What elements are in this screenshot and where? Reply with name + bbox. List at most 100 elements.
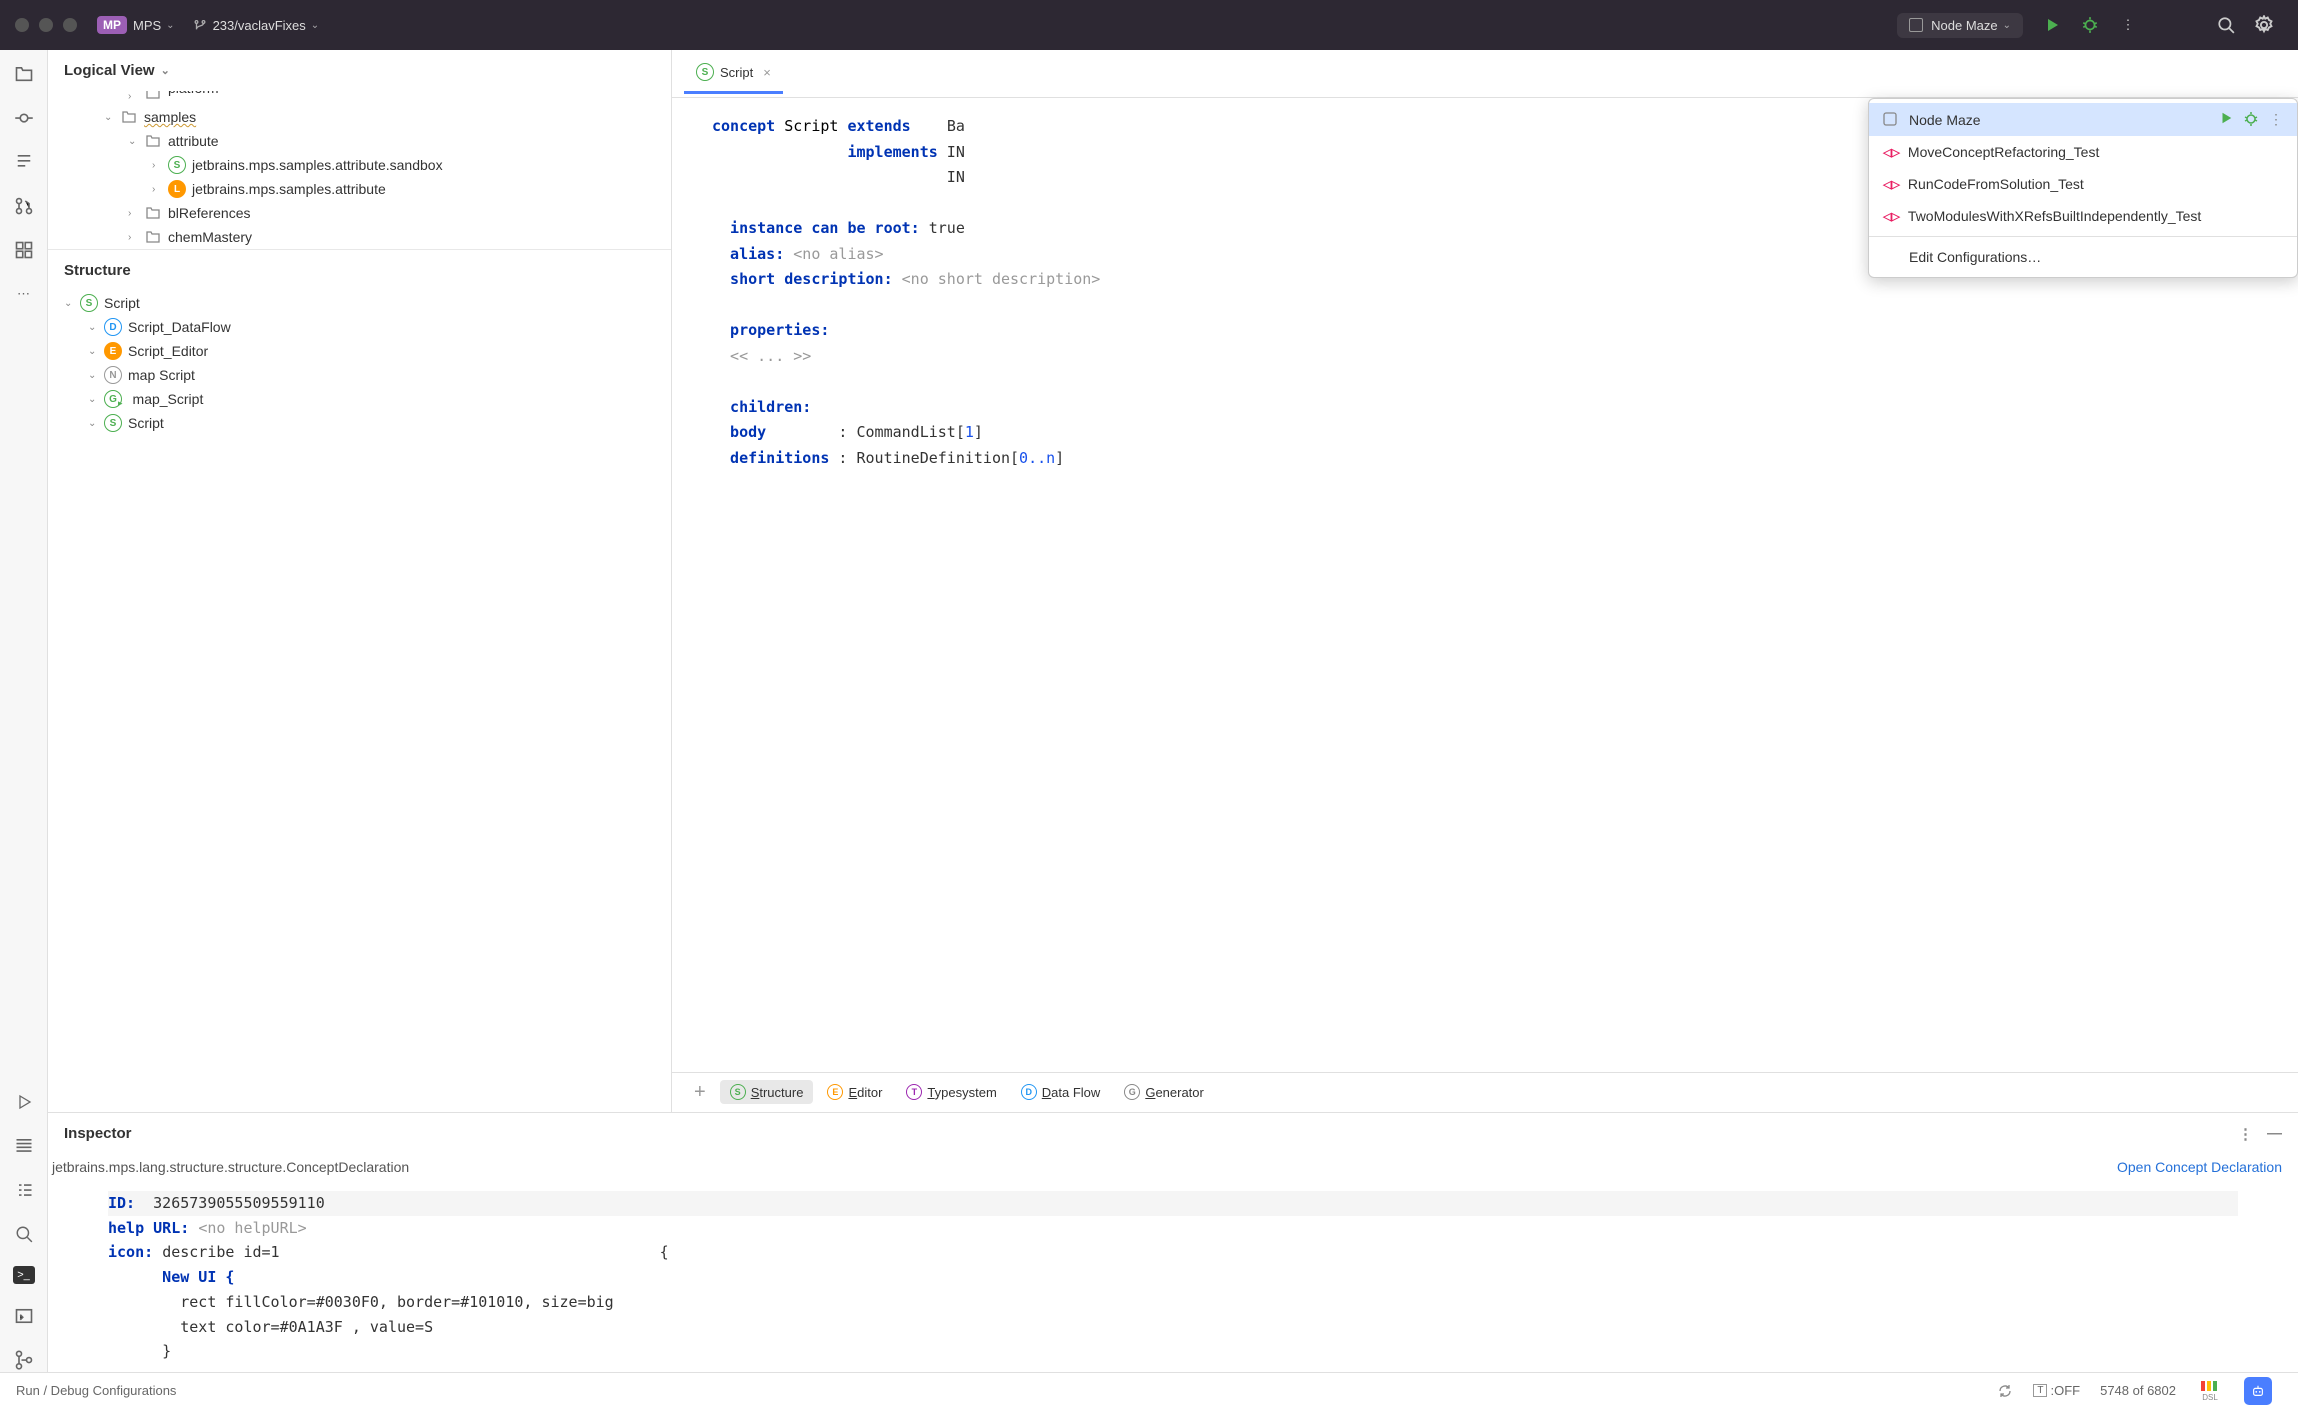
run-config-item[interactable]: ◁▷TwoModulesWithXRefsBuiltIndependently_… xyxy=(1869,200,2297,232)
run-button[interactable] xyxy=(2039,12,2065,38)
edit-configurations-label: Edit Configurations… xyxy=(1909,249,2041,265)
settings-button[interactable] xyxy=(2251,12,2277,38)
tree-toggle[interactable]: › xyxy=(128,232,144,243)
debug-button[interactable] xyxy=(2077,12,2103,38)
tree-item[interactable]: ›platform xyxy=(48,91,671,105)
tree-item[interactable]: ⌄SScript xyxy=(48,411,671,435)
close-tab-icon[interactable]: × xyxy=(763,65,771,80)
project-tool-icon[interactable] xyxy=(12,62,36,86)
inspector-content[interactable]: ID: 3265739055509559110 help URL: <no he… xyxy=(48,1183,2298,1372)
tree-toggle[interactable]: ⌄ xyxy=(88,322,104,333)
lines-tool-icon[interactable] xyxy=(12,1134,36,1158)
branch-name: 233/vaclavFixes xyxy=(213,18,306,33)
search-tool-icon[interactable] xyxy=(12,1222,36,1246)
body-cardinality: 1 xyxy=(965,423,974,441)
tree-toggle[interactable]: › xyxy=(152,160,168,171)
commit-tool-icon[interactable] xyxy=(12,106,36,130)
tree-toggle[interactable]: › xyxy=(152,184,168,195)
add-aspect-button[interactable]: + xyxy=(684,1081,716,1104)
help-label: help URL: xyxy=(108,1219,189,1237)
concept-name: Script xyxy=(784,117,838,135)
implements-keyword: implements xyxy=(847,143,937,161)
tree-toggle[interactable]: ⌄ xyxy=(88,418,104,429)
vcs-tool-icon[interactable] xyxy=(12,1348,36,1372)
tree-toggle[interactable]: ⌄ xyxy=(104,112,120,123)
tree-toggle[interactable]: ⌄ xyxy=(64,298,80,309)
tree-toggle[interactable]: ⌄ xyxy=(88,346,104,357)
todo-tool-icon[interactable] xyxy=(12,1178,36,1202)
aspect-tab-editor[interactable]: EEditor xyxy=(817,1080,892,1104)
console-tool-icon[interactable] xyxy=(12,1304,36,1328)
structure-tool-icon[interactable] xyxy=(12,150,36,174)
folder-icon xyxy=(120,108,138,126)
inspector-panel: Inspector ⋮ — jetbrains.mps.lang.structu… xyxy=(48,1112,2298,1372)
concept-icon: S xyxy=(696,63,714,81)
logical-view-header[interactable]: Logical View ⌄ xyxy=(48,50,671,91)
debug-icon[interactable] xyxy=(2243,111,2259,128)
tree-item[interactable]: ⌄SScript xyxy=(48,291,671,315)
branch-selector[interactable]: 233/vaclavFixes ⌄ xyxy=(193,18,320,33)
run-config-item[interactable]: Node Maze ⋮ xyxy=(1869,103,2297,136)
run-icon[interactable] xyxy=(2219,111,2233,128)
sync-icon[interactable] xyxy=(1997,1383,2013,1399)
structure-tree[interactable]: ⌄SScript⌄DScript_DataFlow⌄EScript_Editor… xyxy=(48,291,671,435)
tree-item[interactable]: ›Ljetbrains.mps.samples.attribute xyxy=(48,177,671,201)
run-config-selector[interactable]: Node Maze ⌄ xyxy=(1897,13,2023,38)
tree-item[interactable]: ⌄DScript_DataFlow xyxy=(48,315,671,339)
id-label: ID: xyxy=(108,1194,135,1212)
tree-item[interactable]: ⌄G▸map_Script xyxy=(48,387,671,411)
toff-indicator[interactable]: T:OFF xyxy=(2033,1383,2080,1398)
rect-line: rect fillColor=#0030F0, border=#101010, … xyxy=(180,1293,613,1311)
config-label: RunCodeFromSolution_Test xyxy=(1908,176,2084,192)
config-label: Node Maze xyxy=(1909,112,1981,128)
inspector-title: Inspector xyxy=(64,1125,132,1142)
tree-toggle[interactable]: ⌄ xyxy=(128,136,144,147)
minimize-window[interactable] xyxy=(39,18,53,32)
aspect-tab-dataflow[interactable]: DData Flow xyxy=(1011,1080,1111,1104)
inspector-minimize-icon[interactable]: — xyxy=(2267,1125,2282,1143)
more-icon[interactable]: ⋮ xyxy=(2269,111,2283,128)
run-tool-icon[interactable] xyxy=(12,1090,36,1114)
aspect-tab-typesystem[interactable]: TTypesystem xyxy=(896,1080,1006,1104)
tree-item[interactable]: ⌄samples xyxy=(48,105,671,129)
inspector-more-icon[interactable]: ⋮ xyxy=(2238,1125,2253,1143)
chevron-down-icon: ⌄ xyxy=(161,64,170,77)
dsl-badge[interactable]: DSL xyxy=(2196,1377,2224,1405)
shortdesc-label: short description: xyxy=(730,270,893,288)
tree-item[interactable]: ⌄attribute xyxy=(48,129,671,153)
edit-configurations-item[interactable]: Edit Configurations… xyxy=(1869,241,2297,273)
more-button[interactable]: ⋮ xyxy=(2115,12,2141,38)
window-controls[interactable] xyxy=(15,18,77,32)
run-config-item[interactable]: ◁▷MoveConceptRefactoring_Test xyxy=(1869,136,2297,168)
titlebar: MP MPS ⌄ 233/vaclavFixes ⌄ Node Maze ⌄ ⋮ xyxy=(0,0,2298,50)
tree-toggle[interactable]: › xyxy=(128,91,144,102)
tree-toggle[interactable]: ⌄ xyxy=(88,394,104,405)
run-config-dropdown: Node Maze⋮◁▷MoveConceptRefactoring_Test◁… xyxy=(1868,98,2298,278)
tree-toggle[interactable]: ⌄ xyxy=(88,370,104,381)
left-tool-rail: ⋯ >_ xyxy=(0,50,48,1372)
open-concept-link[interactable]: Open Concept Declaration xyxy=(2117,1159,2282,1175)
tree-item[interactable]: ›blReferences xyxy=(48,201,671,225)
search-button[interactable] xyxy=(2213,12,2239,38)
tree-item[interactable]: ⌄Nmap Script xyxy=(48,363,671,387)
tree-item[interactable]: ⌄EScript_Editor xyxy=(48,339,671,363)
close-window[interactable] xyxy=(15,18,29,32)
run-config-item[interactable]: ◁▷RunCodeFromSolution_Test xyxy=(1869,168,2297,200)
tree-item[interactable]: ›chemMastery xyxy=(48,225,671,249)
memory-indicator[interactable]: 5748 of 6802 xyxy=(2100,1383,2176,1398)
pull-requests-tool-icon[interactable] xyxy=(12,194,36,218)
aspect-tab-generator[interactable]: GGenerator xyxy=(1114,1080,1214,1104)
ai-badge[interactable] xyxy=(2244,1377,2272,1405)
inspector-header: Inspector ⋮ — xyxy=(48,1113,2298,1155)
terminal-tool-icon[interactable]: >_ xyxy=(13,1266,35,1284)
maximize-window[interactable] xyxy=(63,18,77,32)
logical-view-tree[interactable]: ›platform⌄samples⌄attribute›Sjetbrains.m… xyxy=(48,91,671,249)
tree-item[interactable]: ›Sjetbrains.mps.samples.attribute.sandbo… xyxy=(48,153,671,177)
tree-toggle[interactable]: › xyxy=(128,208,144,219)
extensions-tool-icon[interactable] xyxy=(12,238,36,262)
project-selector[interactable]: MP MPS ⌄ xyxy=(97,16,175,34)
aspect-tab-structure[interactable]: SStructure xyxy=(720,1080,814,1104)
icon-describe: describe id=1 xyxy=(162,1243,279,1261)
more-tool-icon[interactable]: ⋯ xyxy=(12,282,36,306)
editor-tab-script[interactable]: S Script × xyxy=(684,53,783,94)
